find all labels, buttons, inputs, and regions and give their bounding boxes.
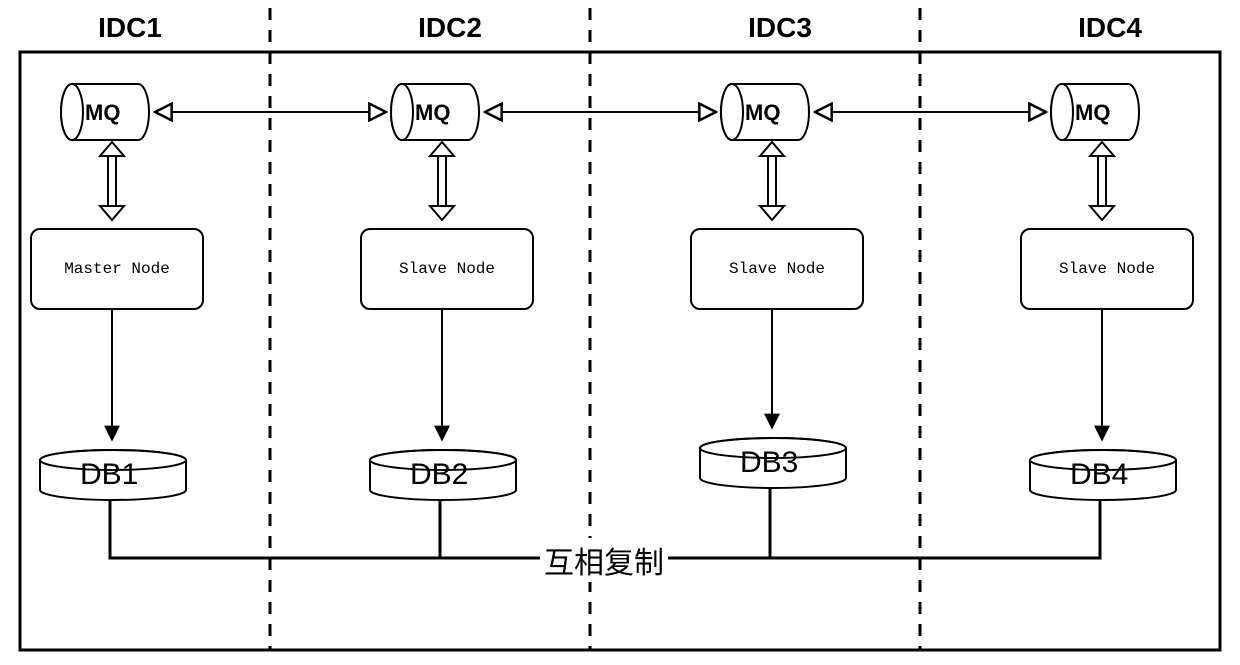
db-label-3: DB3 bbox=[740, 446, 798, 480]
idc-title-3: IDC3 bbox=[720, 12, 840, 44]
mq-node-arrow-1 bbox=[100, 142, 124, 220]
node-box-slave-3: Slave Node bbox=[690, 228, 864, 310]
mq-node-arrow-4 bbox=[1090, 142, 1114, 220]
diagram-stage: IDC1 IDC2 IDC3 IDC4 MQ MQ MQ MQ Master N… bbox=[0, 0, 1240, 665]
node-label-3: Slave Node bbox=[729, 260, 825, 278]
idc-title-4: IDC4 bbox=[1050, 12, 1170, 44]
node-label-1: Master Node bbox=[64, 260, 170, 278]
idc-title-1: IDC1 bbox=[70, 12, 190, 44]
mq-node-arrow-2 bbox=[430, 142, 454, 220]
mq-label-1: MQ bbox=[85, 100, 120, 126]
mq-label-2: MQ bbox=[415, 100, 450, 126]
node-box-slave-4: Slave Node bbox=[1020, 228, 1194, 310]
replication-label: 互相复制 bbox=[540, 538, 668, 582]
db-label-4: DB4 bbox=[1070, 458, 1128, 492]
idc-title-2: IDC2 bbox=[390, 12, 510, 44]
mq-label-3: MQ bbox=[745, 100, 780, 126]
node-box-master: Master Node bbox=[30, 228, 204, 310]
db-label-2: DB2 bbox=[410, 458, 468, 492]
node-box-slave-2: Slave Node bbox=[360, 228, 534, 310]
mq-label-4: MQ bbox=[1075, 100, 1110, 126]
mq-node-arrow-3 bbox=[760, 142, 784, 220]
db-label-1: DB1 bbox=[80, 458, 138, 492]
node-label-4: Slave Node bbox=[1059, 260, 1155, 278]
node-label-2: Slave Node bbox=[399, 260, 495, 278]
